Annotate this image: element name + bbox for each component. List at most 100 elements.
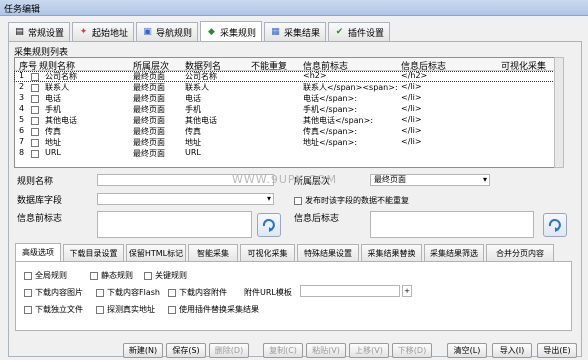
subtab-7[interactable]: 采集结果筛选: [424, 244, 484, 261]
row-checkbox[interactable]: [31, 84, 39, 92]
table-cell: 电话</span>:: [303, 94, 358, 103]
subtab-6[interactable]: 采集结果替换: [361, 244, 422, 261]
option-checkbox[interactable]: 下载内容Flash: [96, 287, 160, 298]
tab-collect-results[interactable]: ▦ 采集结果: [264, 22, 326, 41]
table-row[interactable]: 1 公司名称 最终页面 公司名称 <h2> </h2>: [14, 71, 555, 82]
column-header: 可视化采集: [501, 62, 547, 72]
table-row[interactable]: 5 其他电话 最终页面 其他电话 其他电话</span>: </li>: [15, 115, 554, 125]
paste-button[interactable]: 粘贴(V): [306, 343, 346, 358]
title-bar: 任务编辑: [0, 0, 588, 16]
checkbox-box: [96, 305, 104, 314]
table-cell: 最终页面: [133, 83, 165, 92]
table-cell: 其他电话: [45, 116, 77, 125]
option-label: 下载内容图片: [35, 288, 83, 297]
option-label: 静态规则: [101, 271, 133, 280]
rule-name-label: 规则名称: [17, 177, 54, 187]
after-mark-textarea[interactable]: [370, 211, 534, 238]
tab-navigation-rules[interactable]: ▣ 导航规则: [136, 22, 198, 41]
import-button[interactable]: 导入(I): [492, 343, 532, 358]
table-cell: 其他电话</span>:: [303, 116, 374, 125]
subtab-1[interactable]: 下载目录设置: [63, 244, 124, 261]
table-cell: 3: [19, 93, 25, 102]
tab-plugin-settings[interactable]: ✔ 插件设置: [328, 22, 390, 41]
table-row[interactable]: 3 电话 最终页面 电话 电话</span>: </li>: [15, 93, 554, 103]
option-checkbox[interactable]: 使用插件替换采集结果: [168, 304, 259, 315]
checkbox-box: [24, 271, 32, 280]
option-checkbox[interactable]: 静态规则: [90, 270, 133, 281]
table-row[interactable]: 7 地址 最终页面 地址 地址</span>: </li>: [15, 137, 554, 147]
tab-start-address[interactable]: ✦ 起始地址: [72, 22, 134, 41]
table-row[interactable]: 8 URL 最终页面 URL: [15, 148, 554, 158]
row-checkbox[interactable]: [31, 139, 39, 147]
table-scrollbar[interactable]: [554, 57, 564, 168]
copy-button[interactable]: 复制(C): [263, 343, 303, 358]
table-row[interactable]: 2 联系人 最终页面 联系人 联系人</span><span>: </li>: [15, 82, 554, 92]
settings-icon: ▤: [15, 26, 24, 37]
table-cell: 手机: [45, 105, 61, 114]
no-repeat-checkbox[interactable]: 发布时该字段的数据不能重复: [294, 195, 409, 206]
option-checkbox[interactable]: 下载内容附件: [168, 287, 227, 298]
table-row[interactable]: 6 传真 最终页面 传真 传真</span>: </li>: [15, 126, 554, 136]
table-cell: 联系人</span><span>:: [303, 83, 398, 92]
checkbox-box: [168, 288, 176, 297]
row-checkbox[interactable]: [31, 106, 39, 114]
table-cell: 2: [19, 82, 25, 91]
option-label: 下载内容Flash: [107, 288, 160, 297]
option-label: 关键规则: [155, 271, 187, 280]
row-checkbox[interactable]: [31, 73, 39, 81]
before-mark-textarea[interactable]: [97, 211, 252, 238]
table-cell: </li>: [401, 126, 422, 135]
row-checkbox[interactable]: [31, 117, 39, 125]
checkbox-box: [96, 288, 104, 297]
attach-template-input[interactable]: [300, 285, 400, 297]
subtab-2[interactable]: 保留HTML标记: [126, 244, 186, 261]
table-cell: 联系人: [45, 83, 69, 92]
table-cell: 最终页面: [133, 138, 165, 147]
tab-collect-rules[interactable]: ◆ 采集规则: [200, 21, 262, 42]
new-button[interactable]: 新建(N): [123, 343, 163, 358]
table-cell: 6: [19, 126, 25, 135]
attach-template-button[interactable]: +: [402, 285, 412, 297]
tab-general-settings[interactable]: ▤ 常规设置: [8, 22, 70, 41]
rules-table[interactable]: 序号 规则名称 所属层次 数据列名 不能重复 信息前标志 信息后标志 可视化采集…: [14, 57, 555, 168]
table-cell: </li>: [401, 104, 422, 113]
row-checkbox[interactable]: [31, 95, 39, 103]
table-cell: 最终页面: [133, 105, 165, 114]
table-row[interactable]: 4 手机 最终页面 手机 手机</span>: </li>: [15, 104, 554, 114]
row-checkbox[interactable]: [31, 128, 39, 136]
subtab-3[interactable]: 智能采集: [188, 244, 238, 261]
option-checkbox[interactable]: 关键规则: [144, 270, 187, 281]
subtab-0[interactable]: 高级选项: [15, 243, 61, 261]
clear-button[interactable]: 清空(L): [447, 343, 487, 358]
after-mark-insert-button[interactable]: [543, 213, 567, 237]
table-cell: 5: [19, 115, 25, 124]
option-checkbox[interactable]: 下载独立文件: [24, 304, 83, 315]
table-cell: </li>: [401, 82, 422, 91]
table-cell: 地址: [45, 138, 61, 147]
export-button[interactable]: 导出(E): [537, 343, 577, 358]
refresh-arrow-icon: [262, 219, 275, 232]
table-cell: 地址: [185, 138, 201, 147]
option-checkbox[interactable]: 探测真实地址: [96, 304, 155, 315]
option-label: 下载独立文件: [35, 305, 83, 314]
tab-label: 常规设置: [28, 28, 65, 39]
db-field-select[interactable]: ▾: [97, 193, 274, 205]
move-down-button[interactable]: 下移(D): [392, 343, 432, 358]
table-cell: </h2>: [401, 71, 428, 80]
before-mark-insert-button[interactable]: [257, 213, 281, 237]
option-checkbox[interactable]: 全局规则: [24, 270, 67, 281]
subtab-5[interactable]: 特殊结果设置: [297, 244, 359, 261]
level-select[interactable]: 最终页面 ▾: [370, 174, 490, 186]
option-checkbox[interactable]: 下载内容图片: [24, 287, 83, 298]
delete-button[interactable]: 删除(D): [209, 343, 249, 358]
row-checkbox[interactable]: [31, 150, 39, 158]
subtab-4[interactable]: 可视化采集: [240, 244, 295, 261]
chevron-down-icon: ▾: [266, 194, 271, 203]
save-button[interactable]: 保存(S): [166, 343, 206, 358]
table-header: 序号 规则名称 所属层次 数据列名 不能重复 信息前标志 信息后标志 可视化采集: [15, 58, 554, 72]
table-cell: 最终页面: [133, 149, 165, 158]
no-repeat-label: 发布时该字段的数据不能重复: [305, 196, 409, 205]
option-label: 下载内容附件: [179, 288, 227, 297]
move-up-button[interactable]: 上移(V): [349, 343, 389, 358]
subtab-8[interactable]: 合并分页内容: [486, 244, 554, 261]
